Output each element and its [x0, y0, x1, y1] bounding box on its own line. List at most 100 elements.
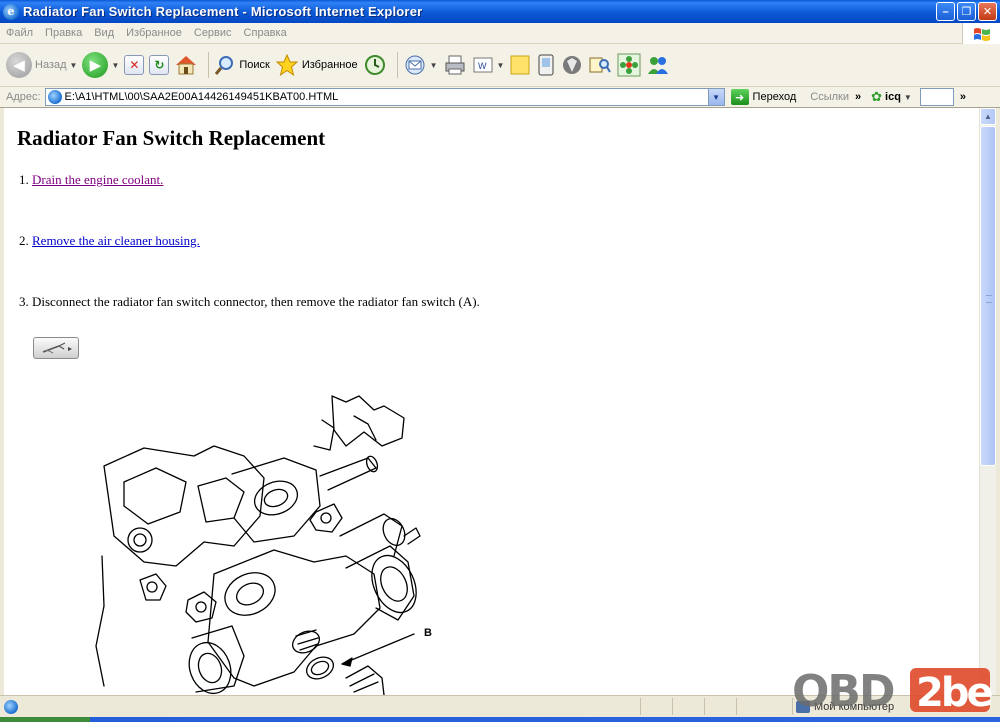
svg-text:OBD: OBD [792, 666, 894, 716]
messenger-button[interactable] [536, 53, 556, 77]
mail-button[interactable]: ▼ [403, 54, 438, 76]
forward-arrow-icon: ▶ [82, 52, 109, 78]
scroll-up-button[interactable]: ▲ [980, 108, 996, 125]
refresh-icon: ↻ [149, 55, 170, 75]
back-label: Назад [35, 59, 67, 71]
step-1: 1. Drain the engine coolant. [19, 172, 163, 188]
research-icon [589, 57, 612, 73]
go-arrow-icon: ➜ [730, 89, 749, 105]
menu-view[interactable]: Вид [88, 27, 120, 39]
title-bar[interactable]: e Radiator Fan Switch Replacement - Micr… [0, 0, 1000, 23]
forward-dropdown-icon[interactable]: ▼ [111, 61, 119, 70]
shield-button[interactable] [561, 54, 583, 76]
history-button[interactable] [363, 53, 387, 77]
stop-icon: ✕ [124, 55, 145, 75]
step-3: 3. Disconnect the radiator fan switch co… [19, 294, 480, 310]
address-bar: Адрес: E:\A1\HTML\00\SAA2E00A14426149451… [0, 87, 1000, 108]
messenger-people-icon [648, 57, 669, 74]
refresh-button[interactable]: ↻ [149, 55, 170, 75]
page-status-icon [4, 699, 18, 714]
stop-button[interactable]: ✕ [124, 55, 145, 75]
svg-text:2be: 2be [916, 670, 992, 716]
icq-dropdown-icon[interactable]: ▼ [904, 93, 912, 102]
scroll-grip-icon [986, 295, 992, 303]
note-icon [510, 55, 530, 75]
radiator-fan-switch-diagram: B [95, 395, 432, 695]
toolbar-separator [208, 52, 210, 78]
step-number: 2. [19, 233, 29, 248]
page-title: Radiator Fan Switch Replacement [17, 126, 326, 150]
address-input[interactable]: E:\A1\HTML\00\SAA2E00A14426149451KBAT00.… [44, 88, 725, 106]
icq-toolbar[interactable]: ✿ icq ▼ [871, 89, 912, 105]
back-dropdown-icon[interactable]: ▼ [70, 61, 78, 70]
tool-button[interactable] [33, 337, 79, 359]
page-icon [47, 90, 62, 104]
word-document-icon: W [473, 57, 493, 73]
mail-dropdown-icon[interactable]: ▼ [430, 61, 438, 70]
menu-tools[interactable]: Сервис [188, 27, 238, 39]
standard-toolbar: ◀ Назад ▼ ▶ ▼ ✕ ↻ Поиск Избранное ▼ W ▼ [0, 44, 1000, 87]
svg-text:W: W [478, 61, 487, 71]
icq-label: icq [885, 91, 901, 103]
forward-button[interactable]: ▶ ▼ [82, 52, 119, 78]
printer-icon [445, 55, 465, 75]
windows-logo-icon [962, 23, 1000, 44]
address-dropdown-icon[interactable]: ▼ [707, 89, 724, 105]
step-2: 2. Remove the air cleaner housing. [19, 233, 200, 249]
address-label: Адрес: [6, 91, 41, 103]
window-title: Radiator Fan Switch Replacement - Micros… [23, 4, 423, 19]
favorites-label: Избранное [301, 59, 358, 71]
status-pane [704, 698, 734, 715]
back-button[interactable]: ◀ Назад ▼ [6, 52, 77, 78]
step-number: 3. [19, 294, 29, 309]
remove-air-cleaner-link[interactable]: Remove the air cleaner housing. [32, 233, 200, 248]
device-icon [538, 54, 554, 76]
search-icon [215, 56, 234, 75]
history-icon [364, 55, 385, 75]
icq-icon: ✿ [871, 89, 883, 104]
icq-toolbar-button[interactable] [617, 53, 641, 77]
callout-b-label: B [424, 627, 432, 639]
step-text: Disconnect the radiator fan switch conne… [32, 294, 480, 309]
menu-favorites[interactable]: Избранное [120, 27, 188, 39]
research-button[interactable] [588, 54, 612, 76]
icq-search-input[interactable] [919, 88, 954, 106]
discuss-button[interactable] [509, 54, 531, 76]
mail-icon [405, 55, 425, 75]
window-controls: – ❐ ✕ [936, 2, 997, 21]
favorites-button[interactable]: Избранное [275, 53, 358, 77]
go-button[interactable]: ➜ Переход [730, 89, 796, 105]
page-content: Radiator Fan Switch Replacement 1. Drain… [4, 108, 979, 695]
home-icon [176, 56, 197, 75]
restore-button[interactable]: ❐ [957, 2, 976, 21]
menu-bar: Файл Правка Вид Избранное Сервис Справка [0, 23, 1000, 44]
toolbar-chevron-icon[interactable]: » [960, 91, 966, 103]
menu-file[interactable]: Файл [0, 27, 39, 39]
step-number: 1. [19, 172, 29, 187]
vertical-scrollbar[interactable]: ▲ [979, 108, 996, 695]
menu-edit[interactable]: Правка [39, 27, 88, 39]
scroll-thumb[interactable] [980, 126, 996, 466]
wrench-icon [42, 342, 72, 354]
status-pane [736, 698, 791, 715]
edit-dropdown-icon[interactable]: ▼ [497, 61, 505, 70]
links-button[interactable]: Ссылки [810, 91, 849, 103]
home-button[interactable] [174, 54, 198, 76]
edit-button[interactable]: W ▼ [472, 55, 505, 75]
msn-button[interactable] [646, 54, 670, 76]
shield-icon [563, 56, 582, 74]
obd2be-watermark-logo: OBD 2be [792, 666, 992, 716]
links-chevron-icon[interactable]: » [855, 91, 861, 103]
menu-help[interactable]: Справка [238, 27, 293, 39]
search-label: Поиск [239, 59, 270, 71]
minimize-button[interactable]: – [936, 2, 955, 21]
print-button[interactable] [443, 54, 467, 76]
close-button[interactable]: ✕ [978, 2, 997, 21]
toolbar-separator [396, 52, 398, 78]
search-button[interactable]: Поиск [214, 54, 270, 76]
address-url: E:\A1\HTML\00\SAA2E00A14426149451KBAT00.… [64, 91, 339, 103]
drain-coolant-link[interactable]: Drain the engine coolant. [32, 172, 163, 187]
taskbar-strip [0, 717, 1000, 722]
icq-flower-icon [617, 53, 641, 77]
back-arrow-icon: ◀ [6, 52, 32, 78]
